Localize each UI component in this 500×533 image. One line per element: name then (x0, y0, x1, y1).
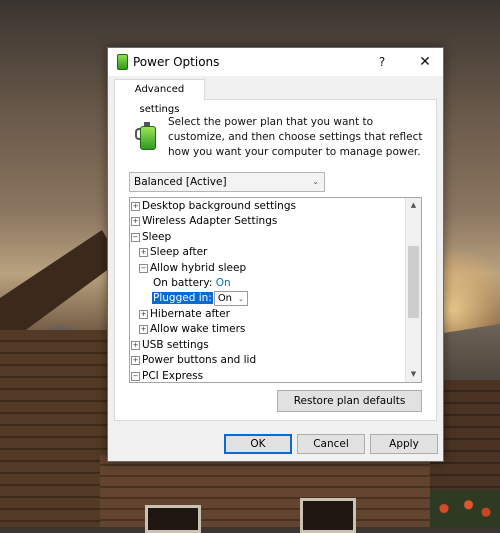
expand-icon[interactable]: + (131, 341, 140, 350)
tree-item-desktop-background[interactable]: + Desktop background settings (131, 199, 296, 214)
apply-button[interactable]: Apply (370, 434, 438, 454)
settings-tree[interactable]: + Desktop background settings + Wireless A… (129, 197, 422, 383)
close-button[interactable]: ✕ (407, 48, 443, 76)
collapse-icon[interactable]: − (139, 264, 148, 273)
collapse-icon[interactable]: − (131, 372, 140, 381)
tree-item-allow-wake-timers[interactable]: + Allow wake timers (139, 322, 245, 337)
tree-item-label: Sleep after (150, 246, 208, 258)
battery-icon (117, 54, 128, 70)
tree-item-sleep[interactable]: − Sleep (131, 230, 171, 245)
tree-item-power-buttons[interactable]: + Power buttons and lid (131, 353, 256, 368)
background-flowers (430, 490, 500, 527)
chevron-down-icon: ⌄ (238, 295, 244, 303)
expand-icon[interactable]: + (139, 248, 148, 257)
background-cabin-left (0, 330, 110, 527)
tree-item-label: Allow wake timers (150, 323, 246, 335)
tree-item-plugged-in[interactable]: Plugged in: On ⌄ (152, 291, 248, 306)
power-plan-dropdown[interactable]: Balanced [Active] ⌄ (129, 172, 325, 192)
tree-item-label: PCI Express (142, 370, 204, 382)
tree-item-label: Desktop background settings (142, 200, 296, 212)
description-text: Select the power plan that you want to c… (168, 116, 423, 158)
tree-item-label: USB settings (142, 339, 209, 351)
restore-plan-defaults-button[interactable]: Restore plan defaults (277, 390, 422, 412)
expand-icon[interactable]: + (139, 310, 148, 319)
scroll-down-icon[interactable]: ▼ (406, 367, 421, 382)
tree-item-label: Wireless Adapter Settings (142, 215, 278, 227)
window-title: Power Options (133, 55, 220, 69)
tree-item-wireless-adapter[interactable]: + Wireless Adapter Settings (131, 214, 277, 229)
tree-item-label: Sleep (142, 231, 172, 243)
expand-icon[interactable]: + (131, 217, 140, 226)
power-options-dialog: Power Options ? ✕ Advanced settings Sele… (107, 47, 444, 462)
scroll-up-icon[interactable]: ▲ (406, 198, 421, 213)
collapse-icon[interactable]: − (131, 233, 140, 242)
tree-scrollbar[interactable]: ▲ ▼ (405, 198, 421, 382)
tab-advanced-settings[interactable]: Advanced settings (114, 79, 205, 115)
tree-item-label: Hibernate after (150, 308, 230, 320)
plugged-in-dropdown[interactable]: On ⌄ (213, 291, 248, 306)
tree-item-label: Allow hybrid sleep (150, 262, 247, 274)
scroll-thumb[interactable] (408, 246, 419, 318)
background-cabin-window (145, 505, 201, 533)
plugged-in-value: On (217, 293, 233, 304)
tree-item-allow-hybrid-sleep[interactable]: − Allow hybrid sleep (139, 261, 246, 276)
help-button[interactable]: ? (366, 48, 398, 76)
chevron-down-icon: ⌄ (312, 177, 319, 186)
power-plan-value: Balanced [Active] (134, 176, 227, 188)
cancel-button[interactable]: Cancel (297, 434, 365, 454)
title-bar[interactable]: Power Options ? ✕ (108, 48, 443, 76)
expand-icon[interactable]: + (139, 325, 148, 334)
tree-item-sleep-after[interactable]: + Sleep after (139, 245, 207, 260)
ok-button[interactable]: OK (224, 434, 292, 454)
on-battery-label: On battery: (153, 277, 213, 289)
expand-icon[interactable]: + (131, 202, 140, 211)
expand-icon[interactable]: + (131, 356, 140, 365)
tree-item-on-battery[interactable]: On battery: On (153, 276, 231, 291)
tree-item-pci-express[interactable]: − PCI Express (131, 369, 204, 382)
tree-item-hibernate-after[interactable]: + Hibernate after (139, 307, 230, 322)
plugged-in-label: Plugged in: (152, 292, 213, 304)
power-plan-icon (135, 120, 161, 150)
tree-item-usb-settings[interactable]: + USB settings (131, 338, 209, 353)
background-cabin-window (300, 498, 356, 533)
advanced-settings-panel: Select the power plan that you want to c… (114, 99, 437, 421)
on-battery-value[interactable]: On (216, 277, 231, 289)
tree-item-label: Power buttons and lid (142, 354, 257, 366)
